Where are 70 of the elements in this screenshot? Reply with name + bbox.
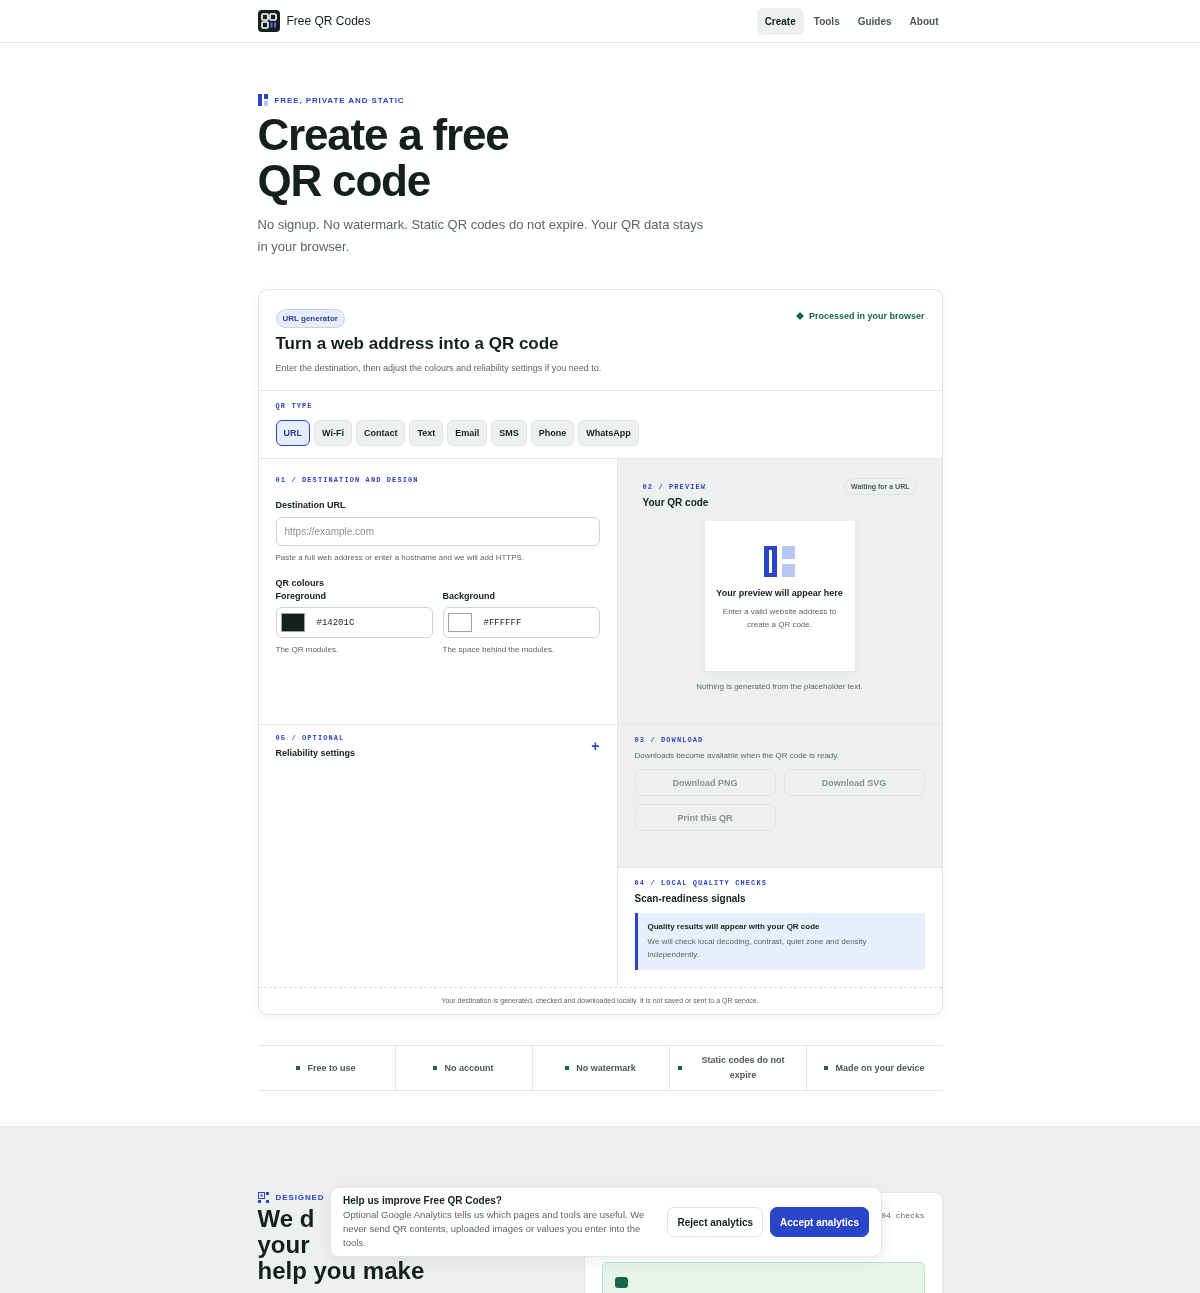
- field-label: Foreground: [275, 591, 327, 601]
- check-icon: [614, 1277, 628, 1288]
- download-text: Downloads become available when the QR code is ready.: [634, 751, 840, 760]
- preview-note: Nothing is generated from the placeholder text.: [696, 682, 863, 691]
- field-label: Background: [442, 591, 496, 601]
- feature-text: Made on your device: [835, 1061, 925, 1075]
- field-hint: Paste a full web address or enter a hostname and we will add HTTPS.: [275, 553, 526, 562]
- hero-title: QR code: [257, 158, 431, 204]
- field-hint: The space behind the modules.: [442, 645, 556, 654]
- qr-type-tab[interactable]: Phone: [530, 420, 575, 446]
- qr-type-tab[interactable]: Wi-Fi: [314, 420, 352, 446]
- qr-type-tab[interactable]: Text: [409, 420, 444, 446]
- blocks-icon: [257, 94, 268, 106]
- eyebrow-text: FREE, PRIVATE AND STATIC: [274, 95, 405, 105]
- section-heading: We d: [257, 1206, 315, 1232]
- qr-type-tab[interactable]: WhatsApp: [578, 420, 639, 446]
- bullet-icon: [824, 1066, 829, 1070]
- bullet-icon: [565, 1066, 570, 1070]
- preview-title: Your QR code: [642, 497, 709, 508]
- bullet-icon: [296, 1066, 301, 1070]
- status-text: Processed in your browser: [808, 311, 925, 321]
- nav-link[interactable]: About: [901, 7, 947, 35]
- qr-type-tab[interactable]: Email: [447, 420, 488, 446]
- analytics-button[interactable]: Reject analytics: [667, 1207, 764, 1237]
- qr-type-tab[interactable]: URL: [275, 420, 310, 446]
- qr-icon: [257, 1192, 269, 1203]
- feature-text: Free to use: [307, 1061, 356, 1075]
- feature-text: No watermark: [576, 1061, 636, 1075]
- bullet-icon: [433, 1066, 438, 1070]
- qr-type-tab[interactable]: SMS: [491, 420, 527, 446]
- hero-subtitle: No signup. No watermark. Static QR codes do not expire. Your QR data stays in your browser.: [257, 216, 705, 256]
- hero-title: Create a free: [257, 112, 509, 158]
- notice-text: We will check local decoding, contrast, quiet zone and density independently.: [647, 936, 868, 961]
- card-meta: 04 checks: [881, 1211, 925, 1220]
- logo-icon: [257, 10, 280, 32]
- feature-text: No account: [444, 1061, 494, 1075]
- qr-type-tab[interactable]: Contact: [355, 420, 406, 446]
- bullet-icon: [677, 1066, 682, 1070]
- section-heading: your: [257, 1232, 310, 1258]
- url-input-field[interactable]: https://example.com: [275, 517, 600, 546]
- section-title: Reliability settings: [275, 748, 356, 758]
- banner-text: Optional Google Analytics tells us which pages and tools are useful. We never send QR contents, uploaded images or values you enter into the tools.: [343, 1207, 646, 1250]
- nav-link[interactable]: Tools: [805, 7, 848, 35]
- color-value: #FFFFFF: [483, 617, 522, 628]
- eyebrow-text: DESIGNED: [275, 1193, 325, 1202]
- generator-badge: URL generator: [275, 309, 345, 328]
- color-field[interactable]: #14201C: [275, 607, 433, 638]
- field-label: Destination URL: [275, 500, 347, 510]
- color-field[interactable]: #FFFFFF: [442, 607, 600, 638]
- generator-description: Enter the destination, then adjust the colours and reliability settings if you need to.: [275, 363, 602, 373]
- banner-title: Help us improve Free QR Codes?: [343, 1194, 503, 1206]
- expand-button[interactable]: +: [591, 738, 600, 754]
- analytics-button[interactable]: Accept analytics: [770, 1207, 869, 1237]
- color-swatch[interactable]: [447, 613, 472, 632]
- section-title: Scan-readiness signals: [634, 893, 747, 904]
- blocks-icon: [764, 546, 795, 577]
- preview-placeholder-text: Enter a valid website address to create a QR code.: [721, 606, 838, 631]
- preview-placeholder-title: Your preview will appear here: [716, 587, 843, 600]
- notice-title: Quality results will appear with your QR code: [647, 922, 821, 931]
- brand-name[interactable]: Free QR Codes: [286, 14, 371, 28]
- color-value: #14201C: [316, 617, 355, 628]
- field-label: QR colours: [275, 578, 325, 588]
- generator-title: Turn a web address into a QR code: [275, 334, 560, 354]
- nav-link[interactable]: Guides: [849, 7, 900, 35]
- field-hint: The QR modules.: [275, 645, 340, 654]
- color-swatch[interactable]: [280, 613, 305, 632]
- diamond-icon: [795, 312, 804, 320]
- feature-text: Static codes do not expire: [700, 1054, 786, 1082]
- nav-link[interactable]: Create: [756, 7, 804, 35]
- section-heading: help you make: [257, 1258, 425, 1284]
